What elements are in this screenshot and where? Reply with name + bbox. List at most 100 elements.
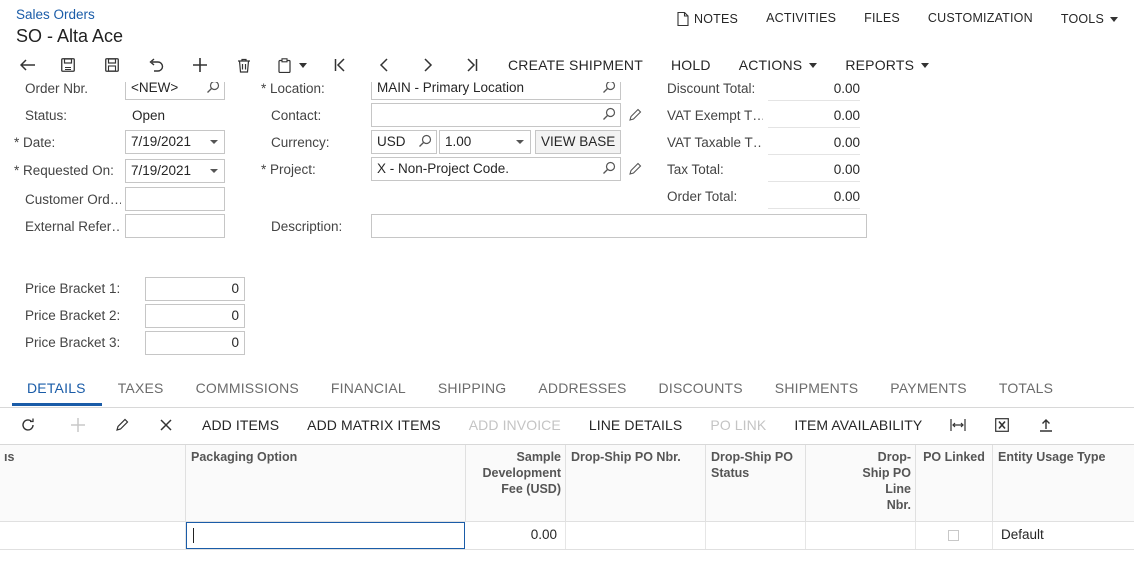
- chevron-down-icon[interactable]: [516, 140, 524, 144]
- add-icon[interactable]: [178, 54, 222, 76]
- view-base-button[interactable]: VIEW BASE: [535, 130, 621, 154]
- save-icon[interactable]: [90, 54, 134, 76]
- delete-icon[interactable]: [222, 54, 266, 76]
- column-header-cut[interactable]: ıs: [0, 445, 186, 521]
- grid-toolbar: ADD ITEMS ADD MATRIX ITEMS ADD INVOICE L…: [0, 414, 1068, 436]
- tab-payments[interactable]: PAYMENTS: [874, 378, 983, 406]
- location-value: MAIN - Primary Location: [377, 82, 525, 95]
- tab-taxes[interactable]: TAXES: [102, 378, 180, 406]
- add-row-icon[interactable]: [56, 414, 100, 436]
- search-icon[interactable]: [602, 107, 616, 121]
- currency-rate-field[interactable]: 1.00: [439, 130, 531, 154]
- files-link[interactable]: FILES: [850, 11, 914, 27]
- first-record-icon[interactable]: [318, 54, 362, 76]
- currency-field[interactable]: USD: [371, 130, 437, 154]
- date-value: 7/19/2021: [131, 134, 192, 149]
- add-invoice-button[interactable]: ADD INVOICE: [455, 417, 575, 433]
- requested-on-field[interactable]: 7/19/2021: [125, 159, 225, 183]
- chevron-down-icon[interactable]: [210, 169, 218, 173]
- edit-pencil-icon[interactable]: [628, 108, 642, 122]
- last-record-icon[interactable]: [450, 54, 494, 76]
- order-nbr-field[interactable]: <NEW>: [125, 82, 225, 100]
- customer-order-field[interactable]: [125, 187, 225, 211]
- column-header-sample-fee[interactable]: Sample Development Fee (USD): [466, 445, 566, 521]
- upload-icon[interactable]: [1024, 414, 1068, 436]
- item-availability-button[interactable]: ITEM AVAILABILITY: [780, 417, 936, 433]
- column-header-entity-usage-type[interactable]: Entity Usage Type: [993, 445, 1134, 521]
- price-bracket-3-label: Price Bracket 3:: [25, 335, 121, 350]
- location-field[interactable]: MAIN - Primary Location: [371, 82, 621, 100]
- fit-columns-icon[interactable]: [936, 414, 980, 436]
- edit-pencil-icon[interactable]: [628, 162, 642, 176]
- requested-on-label: * Requested On:: [14, 163, 114, 178]
- column-header-dropship-po-nbr[interactable]: Drop-Ship PO Nbr.: [566, 445, 706, 521]
- packaging-option-input[interactable]: [186, 522, 465, 549]
- edit-row-icon[interactable]: [100, 414, 144, 436]
- price-bracket-3-field[interactable]: 0: [145, 331, 245, 355]
- add-items-button[interactable]: ADD ITEMS: [188, 417, 293, 433]
- row-cut-cell[interactable]: [0, 522, 186, 550]
- dropship-po-status-cell[interactable]: [706, 522, 806, 550]
- hold-button[interactable]: HOLD: [657, 57, 725, 73]
- dropship-po-line-cell[interactable]: [806, 522, 916, 550]
- customization-link[interactable]: CUSTOMIZATION: [914, 11, 1047, 27]
- price-bracket-1-field[interactable]: 0: [145, 277, 245, 301]
- column-header-dropship-po-status[interactable]: Drop-Ship PO Status: [706, 445, 806, 521]
- date-field[interactable]: 7/19/2021: [125, 130, 225, 154]
- column-header-po-linked[interactable]: PO Linked: [916, 445, 993, 521]
- tab-shipping[interactable]: SHIPPING: [422, 378, 523, 406]
- column-header-packaging-option[interactable]: Packaging Option: [186, 445, 466, 521]
- tab-addresses[interactable]: ADDRESSES: [522, 378, 642, 406]
- next-record-icon[interactable]: [406, 54, 450, 76]
- export-excel-icon[interactable]: [980, 414, 1024, 436]
- search-icon[interactable]: [206, 82, 220, 94]
- add-matrix-items-button[interactable]: ADD MATRIX ITEMS: [293, 417, 455, 433]
- tab-financial[interactable]: FINANCIAL: [315, 378, 422, 406]
- reports-menu[interactable]: REPORTS: [831, 57, 943, 73]
- save-close-icon[interactable]: [46, 54, 90, 76]
- activities-link[interactable]: ACTIVITIES: [752, 11, 850, 27]
- line-details-button[interactable]: LINE DETAILS: [575, 417, 697, 433]
- search-icon[interactable]: [418, 134, 432, 148]
- actions-menu[interactable]: ACTIONS: [725, 57, 832, 73]
- project-field[interactable]: X - Non-Project Code.: [371, 157, 621, 181]
- notes-label: NOTES: [694, 12, 739, 26]
- contact-field[interactable]: [371, 103, 621, 127]
- undo-icon[interactable]: [134, 54, 178, 76]
- breadcrumb[interactable]: Sales Orders: [16, 7, 95, 22]
- tab-details[interactable]: DETAILS: [12, 378, 102, 406]
- previous-record-icon[interactable]: [362, 54, 406, 76]
- clipboard-menu-icon[interactable]: [266, 54, 318, 76]
- date-label: * Date:: [14, 135, 56, 150]
- price-bracket-2-field[interactable]: 0: [145, 304, 245, 328]
- actions-label: ACTIONS: [738, 57, 803, 73]
- discount-total-value: 0.00: [768, 82, 860, 101]
- dropship-po-nbr-cell[interactable]: [566, 522, 706, 550]
- tab-discounts[interactable]: DISCOUNTS: [643, 378, 759, 406]
- back-icon[interactable]: [10, 54, 46, 76]
- order-nbr-value: <NEW>: [131, 82, 179, 95]
- tab-totals[interactable]: TOTALS: [983, 378, 1069, 406]
- external-ref-label: External Refer…: [25, 219, 121, 234]
- chevron-down-icon: [1110, 16, 1118, 22]
- tab-commissions[interactable]: COMMISSIONS: [180, 378, 315, 406]
- refresh-icon[interactable]: [0, 414, 56, 436]
- column-header-dropship-po-line[interactable]: Drop-Ship PO Line Nbr.: [806, 445, 916, 521]
- po-linked-checkbox[interactable]: [948, 530, 959, 541]
- description-field[interactable]: [371, 214, 867, 238]
- tab-shipments[interactable]: SHIPMENTS: [759, 378, 874, 406]
- status-label: Status:: [25, 108, 68, 123]
- search-icon[interactable]: [602, 82, 616, 94]
- chevron-down-icon[interactable]: [210, 140, 218, 144]
- create-shipment-button[interactable]: CREATE SHIPMENT: [494, 57, 657, 73]
- reports-label: REPORTS: [845, 57, 915, 73]
- po-link-button[interactable]: PO LINK: [696, 417, 780, 433]
- entity-usage-type-cell[interactable]: Default: [993, 522, 1134, 550]
- external-ref-field[interactable]: [125, 214, 225, 238]
- search-icon[interactable]: [602, 161, 616, 175]
- notes-link[interactable]: NOTES: [663, 11, 752, 27]
- vat-exempt-value: 0.00: [768, 108, 860, 128]
- delete-row-icon[interactable]: [144, 414, 188, 436]
- tools-menu[interactable]: TOOLS: [1047, 11, 1134, 27]
- sample-fee-cell[interactable]: 0.00: [466, 522, 566, 550]
